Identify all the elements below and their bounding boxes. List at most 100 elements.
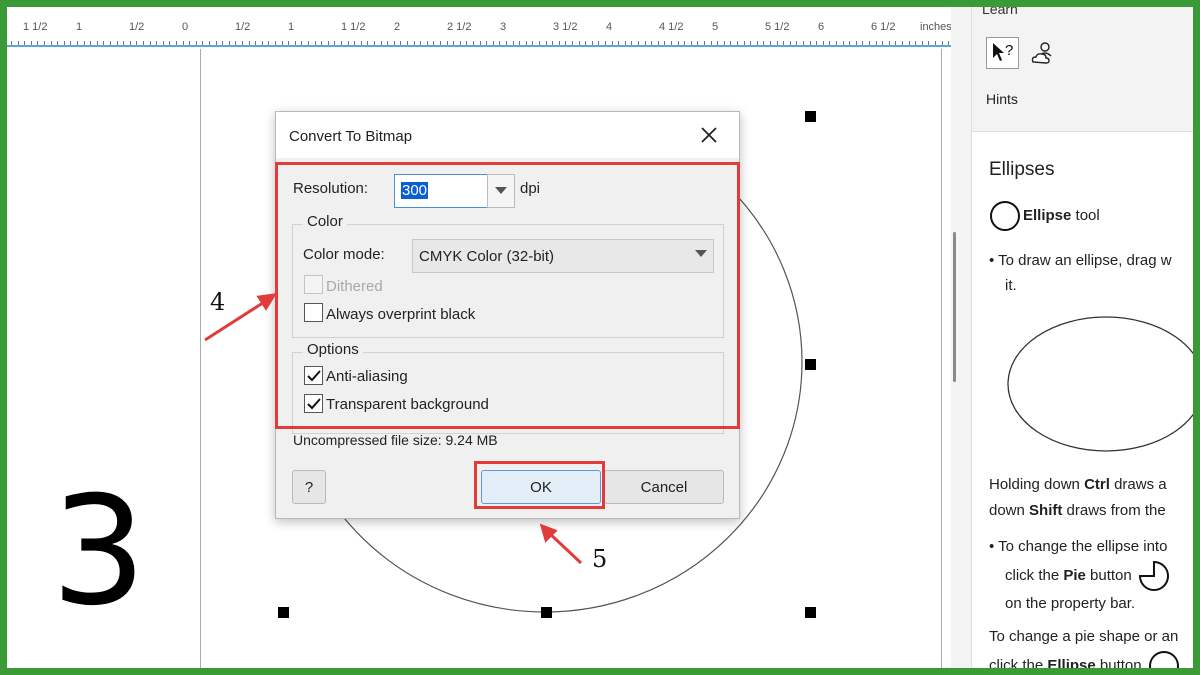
ruler-tick [651,41,652,45]
ruler-tick [222,41,223,45]
ruler-tick [64,41,65,45]
ruler-tick [400,41,401,45]
ruler-tick [394,41,395,45]
ruler-tick [638,41,639,45]
ellipse-button-icon [1148,651,1179,668]
hint-para-2b: click the Ellipse button [989,650,1180,668]
close-icon [701,127,717,143]
hint-bold: Shift [1029,502,1063,519]
ruler-tick [156,41,157,45]
ruler-tick [216,41,217,45]
selection-handle-br[interactable] [805,607,816,618]
hints-title: Ellipses [989,159,1055,180]
docker-tab-learn[interactable]: Learn [982,7,1018,17]
corel-app-window: inches 1 1/2 1 1/2 0 1/2 1 1 1/2 2 2 1/2 3 3 1/2 4 4… [7,7,1193,668]
ruler-tick [763,41,764,45]
ruler-tick [585,41,586,45]
ruler-label: 1 1/2 [341,21,366,33]
ruler-tick [612,41,613,45]
ruler-tick [103,41,104,45]
hints-label: Hints [986,91,1018,107]
ruler-tick [84,41,85,45]
ruler-tick [750,41,751,45]
ruler-tick [711,41,712,45]
ruler-tick [565,41,566,45]
ruler-tick [387,41,388,45]
ruler-tick [18,41,19,45]
hint-bold: Ellipse [1047,656,1096,668]
ruler-tick [539,41,540,45]
ruler-tick [321,41,322,45]
hint-bullet-1b: it. [1005,277,1017,294]
ruler-tick [803,41,804,45]
selection-handle-tr[interactable] [805,111,816,122]
ruler-label: 1 1/2 [23,21,48,33]
ruler-tick [810,41,811,45]
ruler-label: 0 [182,21,189,33]
ruler-label: 2 1/2 [447,21,472,33]
ruler-tick [664,41,665,45]
ruler-tick [915,41,916,45]
ruler-tick [546,41,547,45]
ruler-tick [869,41,870,45]
hint-text: To draw an ellipse, drag w [998,252,1172,269]
ellipse-tool-line: Ellipse tool [989,200,1100,232]
selection-handle-bc[interactable] [541,607,552,618]
ruler-tick [90,41,91,45]
ruler-tick [770,41,771,45]
ruler-tick [361,41,362,45]
help-button[interactable]: ? [292,470,326,504]
hint-text: button [1095,656,1142,668]
ruler-tick [849,41,850,45]
scrollbar-thumb[interactable] [953,232,956,382]
ruler-tick [301,41,302,45]
ruler-tick [176,41,177,45]
dialog-titlebar[interactable]: Convert To Bitmap [276,112,739,158]
ruler-tick [381,41,382,45]
ruler-tick [407,41,408,45]
hint-text: Holding down [989,476,1085,493]
ruler-tick [97,41,98,45]
ruler-tick [519,41,520,45]
ruler-tick [169,41,170,45]
hints-cursor-button[interactable]: ? [986,37,1019,69]
learning-button[interactable] [1026,37,1059,69]
cancel-button[interactable]: Cancel [604,470,724,504]
ruler-tick [579,41,580,45]
ruler-tick [783,41,784,45]
ruler-tick [123,41,124,45]
hint-text: click the [989,656,1048,668]
ruler-tick [460,41,461,45]
ruler-tick [189,41,190,45]
selection-handle-mr[interactable] [805,359,816,370]
selection-handle-bl[interactable] [278,607,289,618]
ruler-tick [110,41,111,45]
ruler-tick [348,41,349,45]
close-button[interactable] [694,120,724,150]
ruler-tick [816,41,817,45]
step-label-5: 5 [592,545,608,573]
ruler-tick [493,41,494,45]
ruler-tick [37,41,38,45]
ruler-tick [183,41,184,45]
ruler-tick [889,41,890,45]
ruler-unit: inches [920,21,952,33]
ruler-tick [453,41,454,45]
ruler-tick [420,41,421,45]
ruler-tick [209,41,210,45]
ruler-tick [367,41,368,45]
ruler-tick [11,41,12,45]
ruler-tick [136,41,137,45]
hint-bullet-2b: click the Pie button [1005,560,1170,592]
horizontal-ruler[interactable]: inches 1 1/2 1 1/2 0 1/2 1 1 1/2 2 2 1/2 3 3 1/2 4 4… [7,7,964,47]
ruler-tick [24,41,25,45]
person-cloud-icon [1031,42,1051,64]
ruler-tick [235,41,236,45]
ruler-tick [308,41,309,45]
ruler-tick [328,41,329,45]
ruler-tick [658,41,659,45]
ruler-label: 6 1/2 [871,21,896,33]
ruler-tick [823,41,824,45]
ruler-tick [829,41,830,45]
pie-icon [1138,560,1169,591]
